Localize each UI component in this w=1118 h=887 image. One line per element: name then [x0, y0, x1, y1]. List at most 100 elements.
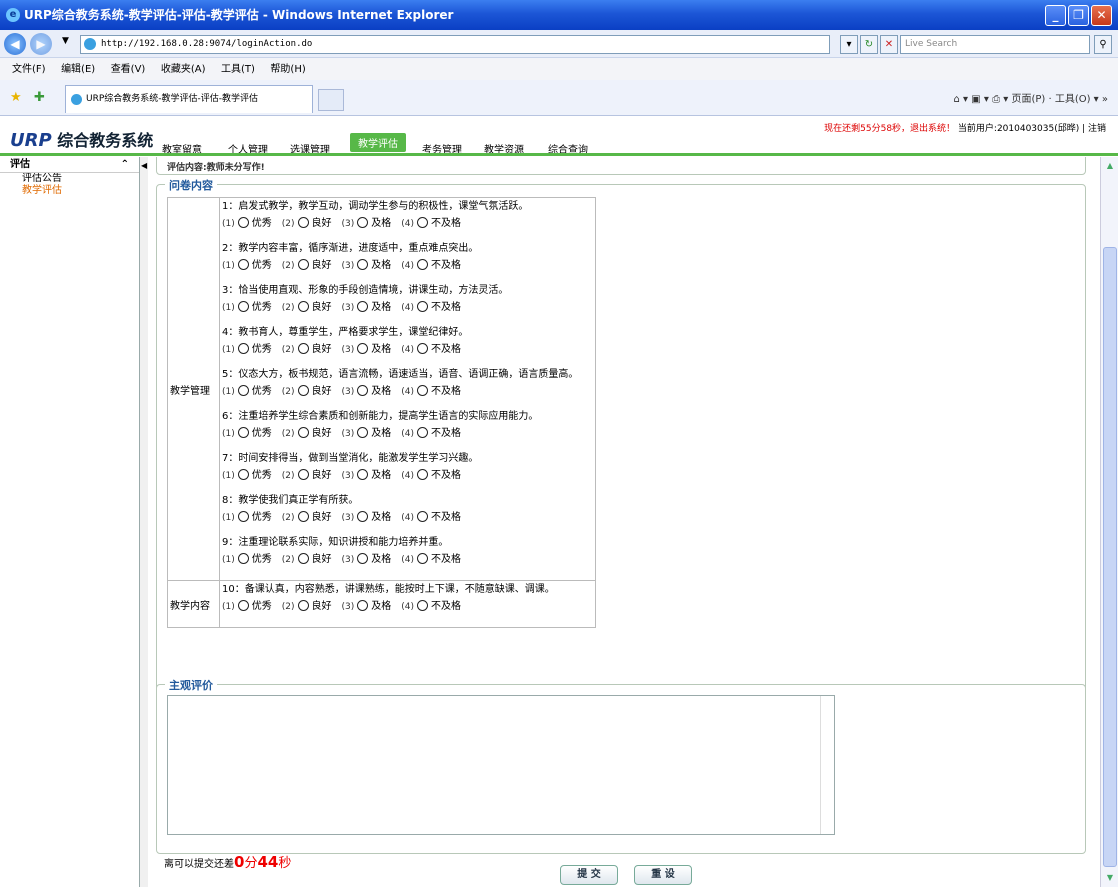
home-icon[interactable]: ⌂ ▾: [954, 94, 972, 105]
rating-radio[interactable]: [297, 427, 309, 438]
menu-help[interactable]: 帮助(H): [270, 64, 305, 75]
rating-radio[interactable]: [237, 343, 249, 354]
rating-radio[interactable]: [237, 427, 249, 438]
nav-tab-teaching-eval[interactable]: 教学评估: [350, 133, 406, 152]
rating-radio[interactable]: [237, 511, 249, 522]
rating-radio[interactable]: [357, 259, 369, 270]
rating-radio[interactable]: [297, 259, 309, 270]
scroll-down-icon[interactable]: ▼: [1103, 871, 1117, 885]
rating-radio[interactable]: [237, 600, 249, 611]
rating-radio[interactable]: [237, 553, 249, 564]
rating-radio[interactable]: [417, 259, 428, 270]
rating-radio[interactable]: [417, 217, 428, 228]
menu-tools[interactable]: 工具(T): [221, 64, 255, 75]
rating-radio[interactable]: [417, 469, 428, 480]
comment-textarea[interactable]: [167, 695, 835, 835]
ie-command-bar[interactable]: ⌂ ▾ ▣ ▾ ⎙ ▾ 页面(P) · 工具(O) ▾ »: [954, 90, 1109, 105]
rating-radio[interactable]: [357, 343, 369, 354]
refresh-icon[interactable]: ↻: [860, 35, 878, 54]
favorites-star-icon[interactable]: ★: [10, 90, 22, 105]
rating-radio[interactable]: [297, 600, 309, 611]
rating-radio[interactable]: [357, 217, 369, 228]
rating-radio[interactable]: [357, 600, 369, 611]
sidebar-item-announcement[interactable]: 评估公告: [0, 173, 139, 185]
option-label: 及格: [371, 428, 392, 439]
back-button[interactable]: ◀: [4, 33, 26, 55]
new-tab-button[interactable]: [318, 89, 344, 111]
option-group: (1) 优秀 (2) 良好 (3) 及格 (4) 不及格: [222, 424, 595, 444]
current-user[interactable]: 当前用户:2010403035(邱晔) | 注销: [958, 124, 1106, 134]
rating-radio[interactable]: [297, 511, 309, 522]
option-label: 及格: [371, 386, 392, 397]
rating-radio[interactable]: [237, 301, 249, 312]
textarea-scrollbar[interactable]: [820, 696, 834, 834]
feeds-icon[interactable]: ▣ ▾: [971, 94, 992, 105]
eval-info-box: 评估内容:教师未分写作!: [156, 157, 1086, 175]
url-field[interactable]: http://192.168.0.28:9074/loginAction.do: [80, 35, 830, 54]
rating-radio[interactable]: [417, 385, 428, 396]
page-scrollbar[interactable]: ▲ ▼: [1100, 157, 1118, 887]
print-icon[interactable]: ⎙ ▾: [992, 94, 1011, 105]
option-label: 良好: [311, 554, 332, 565]
question-text: 7：时间安排得当，做到当堂消化，能激发学生学习兴趣。: [222, 453, 479, 464]
rating-radio[interactable]: [417, 600, 428, 611]
rating-radio[interactable]: [297, 343, 309, 354]
subjective-legend: 主观评价: [165, 677, 217, 693]
rating-radio[interactable]: [357, 553, 369, 564]
search-input[interactable]: Live Search: [900, 35, 1090, 54]
rating-radio[interactable]: [417, 511, 428, 522]
close-button[interactable]: ✕: [1091, 5, 1112, 26]
sidebar-header[interactable]: 评估 ⌃: [0, 157, 139, 173]
sidebar-item-teaching-eval[interactable]: 教学评估: [0, 185, 139, 197]
rating-radio[interactable]: [357, 301, 369, 312]
rating-radio[interactable]: [297, 553, 309, 564]
rating-radio[interactable]: [357, 469, 369, 480]
stop-icon[interactable]: ✕: [880, 35, 898, 54]
submit-button[interactable]: 提 交: [560, 865, 618, 885]
sidebar-splitter[interactable]: ◀: [140, 157, 148, 887]
rating-radio[interactable]: [297, 301, 309, 312]
rating-radio[interactable]: [357, 511, 369, 522]
scroll-thumb[interactable]: [1103, 247, 1117, 867]
rating-radio[interactable]: [297, 385, 309, 396]
rating-radio[interactable]: [417, 343, 428, 354]
rating-radio[interactable]: [237, 259, 249, 270]
rating-radio[interactable]: [357, 385, 369, 396]
question-text: 10：备课认真，内容熟悉，讲课熟练，能按时上下课，不随意缺课、调课。: [222, 584, 555, 595]
rating-radio[interactable]: [237, 469, 249, 480]
menu-file[interactable]: 文件(F): [12, 64, 46, 75]
option-number: (3): [341, 219, 355, 229]
scroll-up-icon[interactable]: ▲: [1103, 159, 1117, 173]
session-timer[interactable]: 现在还剩55分58秒，退出系统！: [824, 124, 955, 134]
ie-page-tab[interactable]: URP综合教务系统-教学评估-评估-教学评估: [65, 85, 313, 113]
question-text: 9：注重理论联系实际，知识讲授和能力培养并重。: [222, 537, 449, 548]
rating-radio[interactable]: [417, 553, 428, 564]
rating-radio[interactable]: [357, 427, 369, 438]
menu-view[interactable]: 查看(V): [111, 64, 146, 75]
menu-bar: 文件(F) 编辑(E) 查看(V) 收藏夹(A) 工具(T) 帮助(H): [0, 58, 1118, 80]
url-dropdown-button[interactable]: ▾: [840, 35, 858, 54]
reset-button[interactable]: 重 设: [634, 865, 692, 885]
rating-radio[interactable]: [237, 217, 249, 228]
menu-favorites[interactable]: 收藏夹(A): [161, 64, 206, 75]
option-number: (1): [222, 602, 235, 612]
maximize-button[interactable]: ❐: [1068, 5, 1089, 26]
menu-edit[interactable]: 编辑(E): [61, 64, 95, 75]
search-icon[interactable]: ⚲: [1094, 35, 1112, 54]
option-number: (2): [281, 219, 295, 229]
option-group: (1) 优秀 (2) 良好 (3) 及格 (4) 不及格: [222, 508, 595, 528]
rating-radio[interactable]: [417, 301, 428, 312]
history-dropdown-icon[interactable]: ▼: [62, 36, 69, 46]
option-label: 及格: [371, 470, 392, 481]
minimize-button[interactable]: _: [1045, 5, 1066, 26]
rating-radio[interactable]: [297, 469, 309, 480]
question-item: 10：备课认真，内容熟悉，讲课熟练，能按时上下课，不随意缺课、调课。 (1) 优秀(…: [222, 583, 595, 625]
rating-radio[interactable]: [417, 427, 428, 438]
rating-radio[interactable]: [297, 217, 309, 228]
forward-button[interactable]: ▶: [30, 33, 52, 55]
add-favorites-icon[interactable]: ✚: [34, 90, 45, 105]
collapse-icon[interactable]: ⌃: [121, 157, 129, 173]
rating-radio[interactable]: [237, 385, 249, 396]
question-item: 2：教学内容丰富，循序渐进，进度适中，重点难点突出。 (1) 优秀 (2) 良好 (3) 及…: [222, 242, 595, 284]
collapse-arrow-icon[interactable]: ◀: [141, 161, 147, 170]
